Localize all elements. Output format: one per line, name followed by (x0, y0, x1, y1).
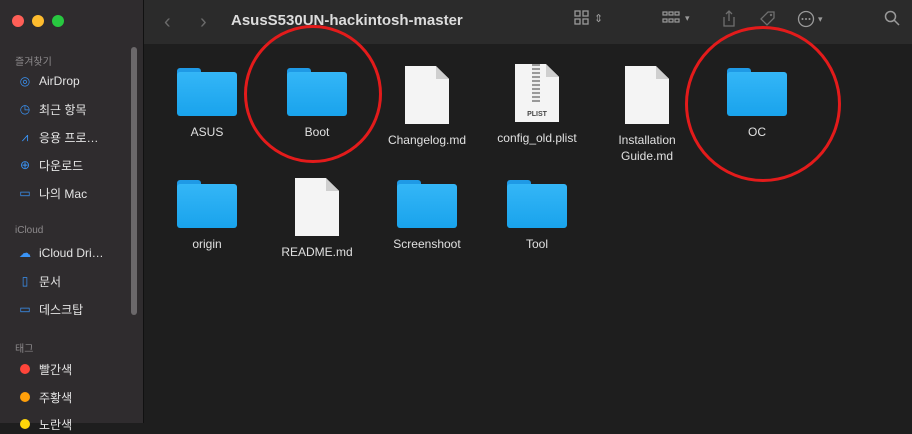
favorites-heading: 즐겨찾기 (15, 57, 52, 68)
file-name: ASUS (190, 125, 224, 139)
sidebar-item-downloads[interactable]: ⊕ 다운로드 (18, 155, 83, 175)
zoom-button[interactable] (52, 15, 64, 27)
sidebar-item-label: 주황색 (39, 390, 73, 405)
file-name: README.md (281, 245, 353, 259)
sidebar-item-label: 나의 Mac (39, 186, 88, 201)
file-name: origin (192, 237, 222, 251)
close-button[interactable] (12, 15, 24, 27)
document-icon (625, 66, 669, 124)
sidebar-item-label: 최근 항목 (39, 102, 87, 117)
sidebar-item-applications[interactable]: ⩘ 응용 프로… (18, 127, 99, 147)
file-item-tool[interactable]: Tool (482, 178, 592, 252)
sidebar-item-label: 문서 (39, 274, 62, 289)
sidebar-item-label: 데스크탑 (39, 302, 84, 317)
file-name: Installation Guide.md (618, 133, 676, 163)
more-actions-button[interactable]: ▾ (797, 10, 823, 28)
icloud-heading: iCloud (15, 225, 44, 236)
document-icon (295, 178, 339, 236)
share-button[interactable] (721, 10, 737, 28)
folder-icon (397, 178, 457, 228)
downloads-icon: ⊕ (19, 158, 31, 172)
search-button[interactable] (884, 10, 900, 26)
share-icon (723, 10, 735, 27)
sidebar-scrollbar[interactable] (131, 47, 137, 315)
sidebar-item-airdrop[interactable]: ◎ AirDrop (18, 71, 80, 91)
red-tag-dot (20, 364, 30, 374)
forward-icon[interactable]: › (200, 11, 207, 34)
ellipsis-circle-icon (797, 10, 815, 28)
sidebar-tag-orange[interactable]: 주황색 (18, 387, 72, 407)
sidebar-item-label: 응용 프로… (39, 130, 99, 145)
group-button[interactable]: ▾ (662, 10, 690, 26)
window-title: AsusS530UN-hackintosh-master (231, 12, 463, 29)
sidebar-item-recents[interactable]: ◷ 최근 항목 (18, 99, 87, 119)
sidebar-item-my-mac[interactable]: ▭ 나의 Mac (18, 183, 87, 203)
cloud-icon: ☁ (19, 246, 31, 260)
folder-icon (177, 66, 237, 116)
sidebar-item-label: 빨간색 (39, 362, 73, 377)
file-item-origin[interactable]: origin (152, 178, 262, 252)
sidebar-tag-red[interactable]: 빨간색 (18, 359, 72, 379)
window-controls (12, 15, 64, 27)
file-item-config-old-plist[interactable]: PLIST config_old.plist (482, 64, 592, 146)
grid-view-icon (574, 10, 589, 25)
sidebar-tag-yellow[interactable]: 노란색 (18, 414, 72, 434)
file-name: Screenshoot (393, 237, 461, 251)
file-item-readme[interactable]: README.md (262, 178, 372, 260)
plist-file-icon: PLIST (515, 64, 559, 122)
chevron-down-icon: ▾ (685, 12, 690, 23)
file-name: Tool (525, 237, 548, 251)
file-grid: ASUS Boot Changelog.md PLIST config_old.… (144, 25, 912, 423)
sidebar-item-label: AirDrop (39, 74, 80, 88)
back-icon[interactable]: ‹ (164, 11, 171, 34)
desktop-icon: ▭ (19, 302, 31, 316)
sidebar-item-desktop[interactable]: ▭ 데스크탑 (18, 299, 83, 319)
view-mode-button[interactable]: ⇕ (574, 10, 603, 26)
folder-icon: ▭ (19, 186, 31, 200)
tags-heading: 태그 (15, 344, 34, 355)
folder-icon (507, 178, 567, 228)
file-item-screenshoot[interactable]: Screenshoot (372, 178, 482, 252)
sidebar-item-label: 노란색 (39, 417, 73, 432)
annotation-circle-boot (244, 25, 382, 163)
file-name: config_old.plist (497, 131, 577, 145)
search-icon (884, 10, 900, 26)
file-name: Changelog.md (387, 133, 467, 147)
file-item-changelog[interactable]: Changelog.md (372, 66, 482, 148)
up-down-chevron-icon: ⇕ (594, 12, 604, 25)
folder-icon (177, 178, 237, 228)
document-icon (405, 66, 449, 124)
applications-icon: ⩘ (21, 129, 29, 144)
finder-window: 즐겨찾기 ◎ AirDrop ◷ 최근 항목 ⩘ 응용 프로… ⊕ 다운로드 ▭… (0, 0, 912, 432)
sidebar-item-label: iCloud Dri… (39, 246, 104, 260)
annotation-circle-oc (685, 26, 841, 182)
orange-tag-dot (20, 392, 30, 402)
airdrop-icon: ◎ (19, 74, 31, 88)
sidebar-item-documents[interactable]: ▯ 문서 (18, 271, 61, 291)
sidebar: 즐겨찾기 ◎ AirDrop ◷ 최근 항목 ⩘ 응용 프로… ⊕ 다운로드 ▭… (0, 0, 144, 432)
sidebar-item-icloud-drive[interactable]: ☁ iCloud Dri… (18, 243, 104, 263)
document-icon: ▯ (21, 274, 29, 288)
plist-badge: PLIST (527, 111, 547, 118)
group-icon (662, 11, 680, 23)
clock-icon: ◷ (19, 102, 31, 116)
sidebar-item-label: 다운로드 (39, 158, 84, 173)
yellow-tag-dot (20, 419, 30, 429)
minimize-button[interactable] (32, 15, 44, 27)
chevron-down-icon: ▾ (818, 13, 823, 24)
